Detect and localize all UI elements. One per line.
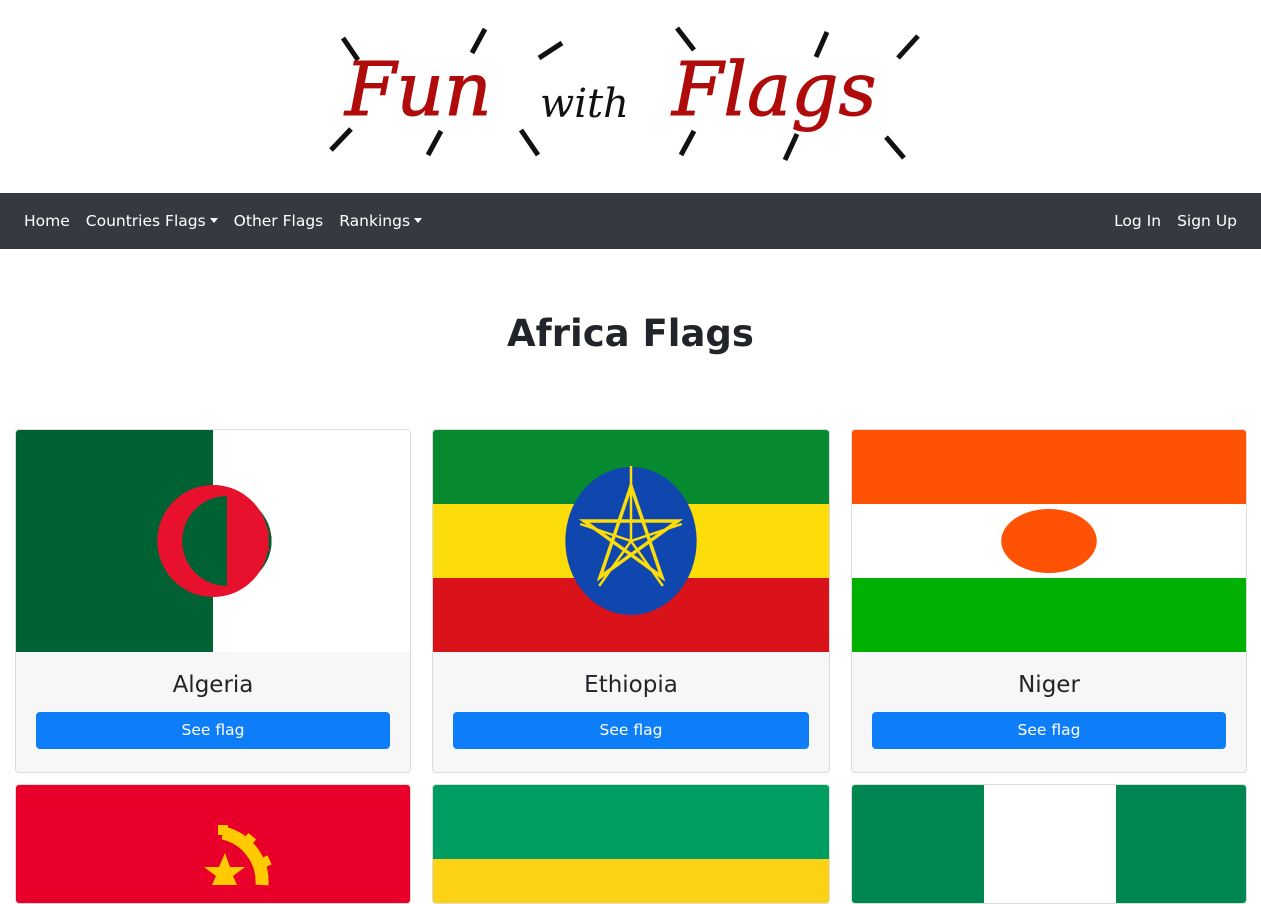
see-flag-button-algeria[interactable]: See flag <box>36 712 390 749</box>
card-country-name: Niger <box>1018 672 1080 698</box>
nav-rankings-dropdown[interactable]: Rankings <box>331 212 430 230</box>
nav-rankings-label: Rankings <box>339 212 411 230</box>
flag-card-nigeria <box>851 784 1247 904</box>
svg-text:Flags: Flags <box>670 47 876 133</box>
nav-log-in[interactable]: Log In <box>1106 212 1169 230</box>
nav-sign-up[interactable]: Sign Up <box>1169 212 1245 230</box>
card-country-name: Algeria <box>172 672 254 698</box>
page-title: Africa Flags <box>507 312 754 355</box>
flag-card-ethiopia: Ethiopia See flag <box>432 429 830 773</box>
flag-card-niger: Niger See flag <box>851 429 1247 773</box>
nav-countries-flags-dropdown[interactable]: Countries Flags <box>78 212 226 230</box>
svg-text:Fun: Fun <box>343 47 492 133</box>
nav-other-flags[interactable]: Other Flags <box>226 212 332 230</box>
nav-right: Log In Sign Up <box>1106 212 1245 230</box>
card-body: Ethiopia See flag <box>433 652 829 772</box>
main-navbar: Home Countries Flags Other Flags Ranking… <box>0 193 1261 249</box>
flag-card-algeria: Algeria See flag <box>15 429 411 773</box>
card-body: Niger See flag <box>852 652 1246 772</box>
caret-down-icon <box>414 218 423 223</box>
card-country-name: Ethiopia <box>584 672 678 698</box>
nigeria-flag-image <box>852 785 1246 903</box>
card-body: Algeria See flag <box>16 652 410 772</box>
algeria-flag-image <box>16 430 410 652</box>
niger-flag-image <box>852 430 1246 652</box>
flag-card-gabon <box>432 784 830 904</box>
caret-down-icon <box>209 218 218 223</box>
nav-left: Home Countries Flags Other Flags Ranking… <box>16 212 430 230</box>
nav-home[interactable]: Home <box>16 212 78 230</box>
ethiopia-flag-image <box>433 430 829 652</box>
angola-flag-image <box>16 785 410 903</box>
logo-graphic: Fun with Flags <box>329 26 920 162</box>
see-flag-button-niger[interactable]: See flag <box>872 712 1226 749</box>
see-flag-button-ethiopia[interactable]: See flag <box>453 712 809 749</box>
gabon-flag-image <box>433 785 829 903</box>
flag-card-angola <box>15 784 411 904</box>
nav-countries-flags-label: Countries Flags <box>85 212 206 230</box>
site-logo[interactable]: Fun with Flags <box>0 0 1261 193</box>
svg-text:with: with <box>540 81 629 127</box>
